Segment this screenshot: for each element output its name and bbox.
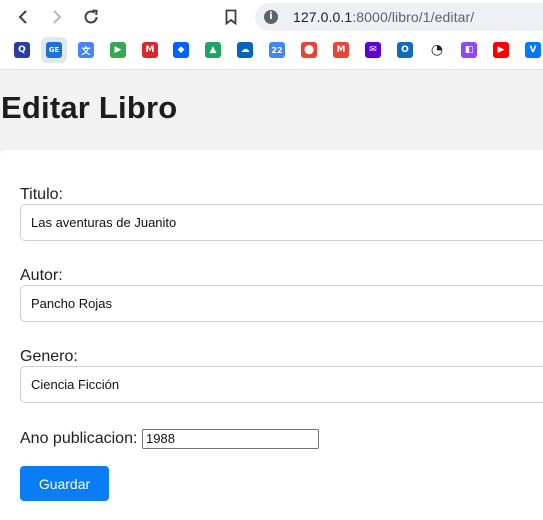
google-calendar-icon[interactable]: 22 — [269, 42, 285, 58]
genero-label: Genero: — [20, 348, 78, 365]
anio-label: Ano publicacion: — [20, 430, 138, 447]
google-forms-edit-icon[interactable]: GE — [46, 42, 62, 58]
google-translate-icon[interactable]: 文 — [78, 42, 94, 58]
url-path: :8000/libro/1/editar/ — [352, 9, 475, 25]
url-text: 127.0.0.1:8000/libro/1/editar/ — [293, 9, 474, 25]
page-title: Editar Libro — [1, 90, 178, 125]
google-maps-icon[interactable]: ⬤ — [301, 42, 317, 58]
youtube-icon[interactable]: ▶ — [493, 42, 509, 58]
forward-arrow-icon[interactable] — [46, 6, 68, 28]
genero-input[interactable]: Ciencia Ficción — [20, 366, 543, 403]
outlook-icon[interactable]: O — [397, 42, 413, 58]
save-button[interactable]: Guardar — [20, 466, 109, 501]
google-drive-icon[interactable]: ▲ — [205, 42, 221, 58]
bookmarks-bar: Q GE 文 ▶ M ◆ ▲ ☁ 22 ⬤ M ✉ O ◔ ◧ ▶ V — [0, 34, 543, 70]
reload-icon[interactable] — [80, 6, 102, 28]
site-info-icon[interactable]: i — [264, 10, 278, 24]
address-bar[interactable]: i 127.0.0.1:8000/libro/1/editar/ — [255, 3, 543, 31]
autor-label: Autor: — [20, 267, 63, 284]
vk-icon[interactable]: V — [525, 42, 541, 58]
titulo-input[interactable]: Las aventuras de Juanito — [20, 204, 543, 241]
twitch-icon[interactable]: ◧ — [461, 42, 477, 58]
browser-toolbar: i 127.0.0.1:8000/libro/1/editar/ — [0, 0, 543, 34]
gmail-icon[interactable]: M — [333, 42, 349, 58]
autor-input[interactable]: Pancho Rojas — [20, 285, 543, 322]
url-host: 127.0.0.1 — [293, 9, 353, 25]
anio-input[interactable]: 1988 — [142, 429, 319, 449]
back-arrow-icon[interactable] — [12, 6, 34, 28]
mega-icon[interactable]: M — [142, 42, 158, 58]
google-play-icon[interactable]: ▶ — [110, 42, 126, 58]
clock-icon[interactable]: ◔ — [429, 42, 445, 58]
yahoo-mail-icon[interactable]: ✉ — [365, 42, 381, 58]
onedrive-icon[interactable]: ☁ — [237, 42, 253, 58]
titulo-label: Titulo: — [20, 186, 63, 203]
bookmark-icon[interactable] — [221, 6, 241, 28]
dropbox-icon[interactable]: ◆ — [173, 42, 189, 58]
quizlet-icon[interactable]: Q — [14, 42, 30, 58]
